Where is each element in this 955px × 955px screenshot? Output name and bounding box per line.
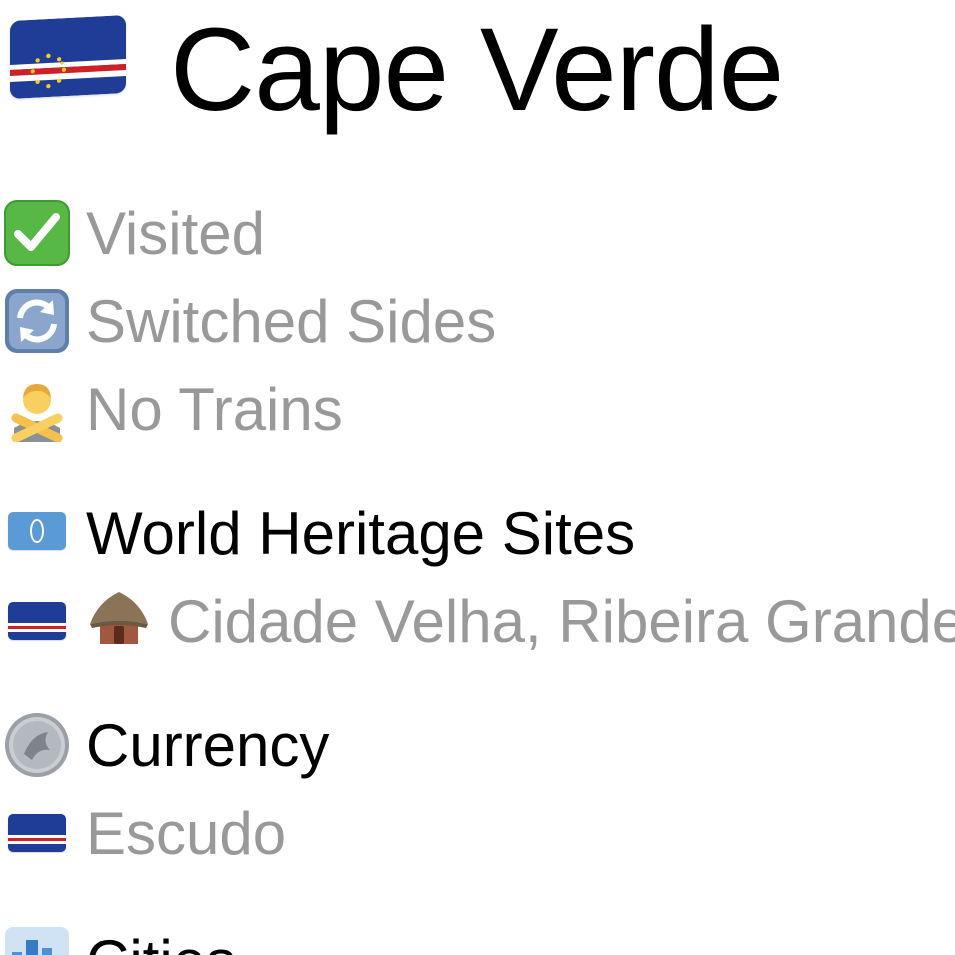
- hut-icon: [88, 588, 150, 650]
- country-page: Cape Verde Visited Switched Sides No Tra…: [0, 0, 955, 955]
- world-heritage-item-label: Cidade Velha, Ribeira Grande: [168, 588, 955, 655]
- check-mark-button-icon: [4, 200, 70, 266]
- world-heritage-heading: World Heritage Sites: [86, 500, 636, 567]
- cape-verde-flag-icon: [10, 14, 126, 100]
- cityscape-icon: [4, 926, 70, 955]
- coin-icon: [4, 712, 70, 778]
- cape-verde-flag-icon: [8, 602, 66, 640]
- counterclockwise-arrows-icon: [4, 288, 70, 354]
- cities-heading: Cities: [86, 922, 236, 955]
- currency-item-label: Escudo: [86, 800, 287, 867]
- status-no-trains-label: No Trains: [86, 376, 343, 443]
- cape-verde-flag-icon: [8, 814, 66, 852]
- page-title: Cape Verde: [170, 4, 784, 136]
- status-switched-sides-label: Switched Sides: [86, 288, 497, 355]
- united-nations-flag-icon: [8, 512, 66, 550]
- person-gesturing-no-icon: [4, 376, 70, 443]
- currency-heading: Currency: [86, 712, 330, 779]
- status-visited-label: Visited: [86, 200, 266, 267]
